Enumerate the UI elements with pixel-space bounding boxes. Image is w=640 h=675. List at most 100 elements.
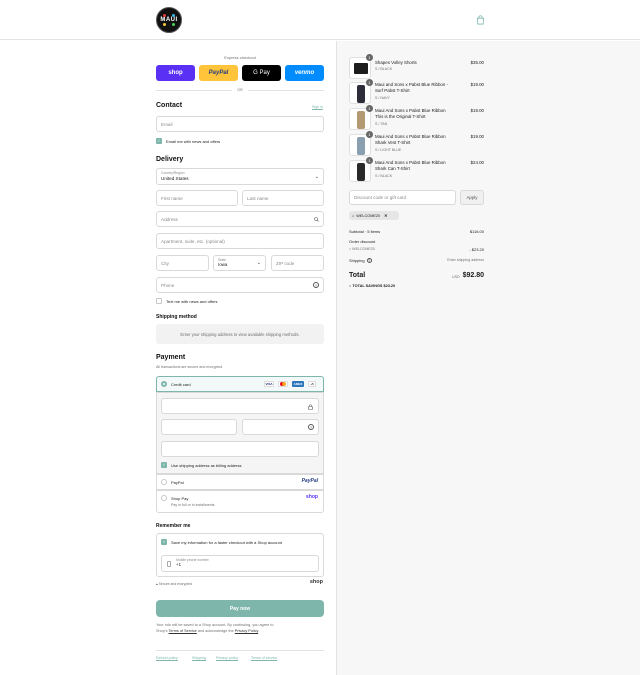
terms-link[interactable]: Terms of Service [169,629,197,633]
total-savings-label: TOTAL SAVINGS [352,284,383,288]
name-on-card-field[interactable] [161,441,319,457]
shipping-policy-link[interactable]: Shipping [192,656,206,660]
shipping-label: Shipping [349,258,365,263]
first-name-field[interactable]: First name [156,190,238,206]
expiration-field[interactable] [161,419,237,435]
payment-title: Payment [156,354,186,361]
shipping-method-placeholder: Enter your shipping address to view avai… [156,324,324,344]
shop-pay-logo: shop [306,494,318,500]
city-placeholder: City [161,260,169,266]
security-code-field[interactable]: ? [242,419,319,435]
legal-line2-prefix: Shop's [156,629,168,633]
checkout-page: MAUI Express checkout shop PayPal G Pay … [0,0,640,675]
apartment-field[interactable]: Apartment, suite, etc. (optional) [156,233,324,249]
subtotal-label: Subtotal · 5 items [349,229,381,234]
save-info-label: Save my information for a faster checkou… [171,539,282,545]
legal-end: . [258,629,260,633]
help-icon[interactable]: ? [366,258,372,263]
discount-placeholder: Discount code or gift card [354,195,407,200]
remove-discount-icon[interactable]: ✕ [384,213,387,218]
amex-icon: AMEX [292,381,304,387]
save-info-checkbox[interactable]: ✓ [161,539,167,545]
legal-line1: Your info will be saved to a Shop accoun… [156,623,274,627]
shopping-bag-icon[interactable] [476,15,485,25]
quantity-badge: 1 [366,54,373,61]
currency-label: USD [452,275,460,279]
product-price: $24.00 [470,160,484,165]
email-news-checkbox[interactable]: ✓ [156,138,162,144]
product-name-line2: This is the Original T-Shirt [375,114,426,119]
or-divider: OR [237,88,243,92]
subtotal-value: $116.00 [469,229,484,234]
email-field[interactable]: Email [156,116,324,132]
paypal-button[interactable]: PayPal [199,65,238,81]
chevron-down-icon: ⌄ [256,260,261,266]
refund-policy-link[interactable]: Refund policy [156,656,178,660]
payment-subtitle: All transactions are secure and encrypte… [156,365,224,369]
zip-field[interactable]: ZIP code [271,255,324,271]
country-select[interactable]: Country/Region United States ⌄ [156,168,324,185]
google-pay-button[interactable]: G Pay [242,65,281,81]
phone-field[interactable]: Phone ? [156,277,324,293]
divider-right [248,90,324,91]
sign-in-link[interactable]: Sign in [312,105,323,109]
logo-dot-red [163,14,166,17]
paypal-radio[interactable] [161,479,167,485]
product-variant: S / BLACK [375,174,393,178]
phone-placeholder: Phone [161,282,175,288]
tag-icon: ⌂ [352,213,355,218]
total-savings-row: ⌂ TOTAL SAVINGS $23.20 [349,284,395,288]
logo-dot-green [172,23,175,26]
delivery-title: Delivery [156,156,184,163]
lock-icon [308,404,313,410]
text-news-checkbox[interactable] [156,298,162,304]
mastercard-icon [278,381,288,387]
text-news-label: Text me with news and offers [166,298,218,304]
billing-address-checkbox[interactable]: ✓ [161,462,167,468]
state-select[interactable]: State Iowa ⌄ [213,255,266,271]
pay-now-button[interactable]: Pay now [156,600,324,617]
mobile-phone-field[interactable]: Mobile phone number +1 [161,555,319,572]
discount-tag-label: WELCOME20 [356,213,381,218]
credit-card-radio[interactable] [161,381,167,387]
paypal-option-label: PayPal [171,479,184,485]
discount-code-field[interactable]: Discount code or gift card [349,190,456,205]
product-name-line2: Shark Can T-Shirt [375,166,410,171]
shop-pay-option[interactable] [156,490,324,513]
shop-pay-radio[interactable] [161,495,167,501]
venmo-label: venmo [294,70,315,76]
shop-pay-label: shop [168,70,183,76]
store-logo[interactable]: MAUI [156,7,182,33]
paypal-logo: PayPal [301,478,318,484]
product-variant: S / BLACK [375,67,393,71]
shop-pay-option-label: Shop Pay [171,495,189,501]
total-label: Total [349,272,366,279]
legal-and-text: and acknowledge the [197,629,234,633]
address-field[interactable]: Address [156,211,324,227]
privacy-policy-link[interactable]: Privacy policy [216,656,238,660]
email-placeholder: Email [161,121,173,127]
venmo-button[interactable]: venmo [285,65,324,81]
product-price: $19.00 [470,108,484,113]
credit-card-label: Credit card [171,381,191,387]
state-value: Iowa [218,262,228,267]
discount-value: - $23.20 [469,247,484,252]
privacy-link[interactable]: Privacy Policy [235,629,258,633]
shop-pay-button[interactable]: shop [156,65,195,81]
chevron-down-icon: ⌄ [314,174,319,180]
quantity-badge: 1 [366,157,373,164]
terms-of-service-link[interactable]: Terms of service [251,656,277,660]
city-field[interactable]: City [156,255,209,271]
shop-logo: shop [309,579,323,585]
product-name: Shapes Volley Shorts [375,60,417,65]
last-name-field[interactable]: Last name [242,190,324,206]
tag-icon: ⌂ [349,247,352,251]
discount-code-row: ⌂ WELCOME20 [349,247,375,251]
tag-icon: ⌂ [349,284,352,288]
logo-dot-blue [172,14,175,17]
card-number-field[interactable] [161,398,319,414]
help-icon[interactable]: ? [308,424,314,430]
apply-button[interactable]: Apply [460,190,484,205]
lock-icon: 🔒︎ [156,582,158,586]
help-icon[interactable]: ? [313,282,319,288]
